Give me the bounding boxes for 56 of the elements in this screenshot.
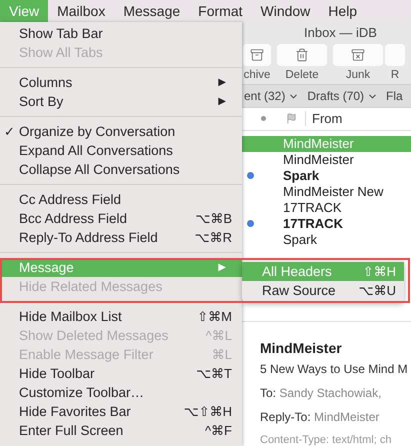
submenu-item[interactable]: Raw Source ⌥⌘U [242, 281, 404, 300]
toolbar-label: chive [244, 69, 270, 81]
menu-bar-item[interactable]: Mailbox [48, 0, 114, 22]
menu-item[interactable]: Hide Favorites Bar ⌥⇧⌘H [0, 402, 242, 421]
message-sender: Spark [283, 232, 317, 248]
favorites-button[interactable]: Fla [386, 89, 403, 103]
header-field: Reply-To: MindMeister [260, 410, 411, 424]
header-field: To: Sandy Stachowiak, [260, 386, 411, 400]
menu-item[interactable]: Expand All Conversations [0, 141, 242, 160]
preview-subject: 5 New Ways to Use Mind M [260, 362, 409, 376]
toolbar-label: R [390, 69, 400, 81]
menu-item[interactable]: Customize Toolbar… [0, 383, 242, 402]
menu-item[interactable]: Cc Address Field [0, 190, 242, 209]
window-title: Inbox — iDB [303, 24, 378, 42]
menu-item[interactable]: Hide Mailbox List ⇧⌘M [0, 307, 242, 326]
favorites-button[interactable]: Drafts (70) [307, 89, 378, 103]
message-sender: Spark [283, 168, 320, 184]
archive-icon [250, 48, 264, 62]
message-row[interactable]: MindMeister New [242, 184, 411, 200]
toolbar-label: Junk [346, 69, 370, 81]
menu-item[interactable]: Sort By ▶ [0, 92, 242, 111]
menu-item[interactable]: Hide Toolbar ⌥⌘T [0, 364, 242, 383]
toolbar-button[interactable] [243, 44, 271, 66]
trash-icon [295, 48, 309, 62]
menu-bar-item[interactable]: Message [114, 0, 190, 22]
preview-sender: MindMeister [260, 340, 343, 356]
check-mark: ✓ [4, 124, 15, 140]
toolbar-button[interactable] [333, 44, 383, 66]
menu-item[interactable]: Columns ▶ [0, 73, 242, 92]
message-sender: MindMeister New [283, 184, 384, 200]
message-row[interactable]: Spark [242, 168, 411, 184]
menu-bar-item[interactable]: Window [252, 0, 320, 22]
message-sender: 17TRACK [283, 216, 343, 232]
favorites-button[interactable]: ent (32) [244, 89, 300, 103]
message-sender: MindMeister [283, 152, 354, 168]
column-header[interactable]: From [305, 111, 342, 126]
message-row[interactable]: Spark [242, 232, 411, 248]
menu-item[interactable]: Collapse All Conversations [0, 160, 242, 179]
toolbar-label: Delete [285, 69, 319, 81]
menu-item[interactable]: Enter Full Screen ^⌘F [0, 421, 242, 440]
message-row[interactable]: 17TRACK [242, 216, 411, 232]
unread-column-icon [261, 116, 266, 122]
message-sender: 17TRACK [283, 200, 342, 216]
menu-bar-item[interactable]: Format [189, 0, 252, 22]
content-type-line: Content-Type: text/html; ch [260, 434, 392, 446]
junk-icon [351, 48, 365, 62]
menu-item[interactable]: Reply-To Address Field ⌥⌘R [0, 228, 242, 247]
message-row[interactable]: 17TRACK [242, 200, 411, 216]
menu-item[interactable]: ✓ Organize by Conversation [0, 122, 242, 141]
menu-item[interactable]: Bcc Address Field ⌥⌘B [0, 209, 242, 228]
menu-item[interactable]: Show Tab Bar [0, 24, 242, 43]
toolbar-button[interactable] [277, 44, 327, 66]
message-row[interactable]: MindMeister [242, 152, 411, 168]
menu-bar-item[interactable]: Help [319, 0, 366, 22]
flag-icon [286, 113, 297, 124]
message-sender: MindMeister [283, 136, 354, 152]
